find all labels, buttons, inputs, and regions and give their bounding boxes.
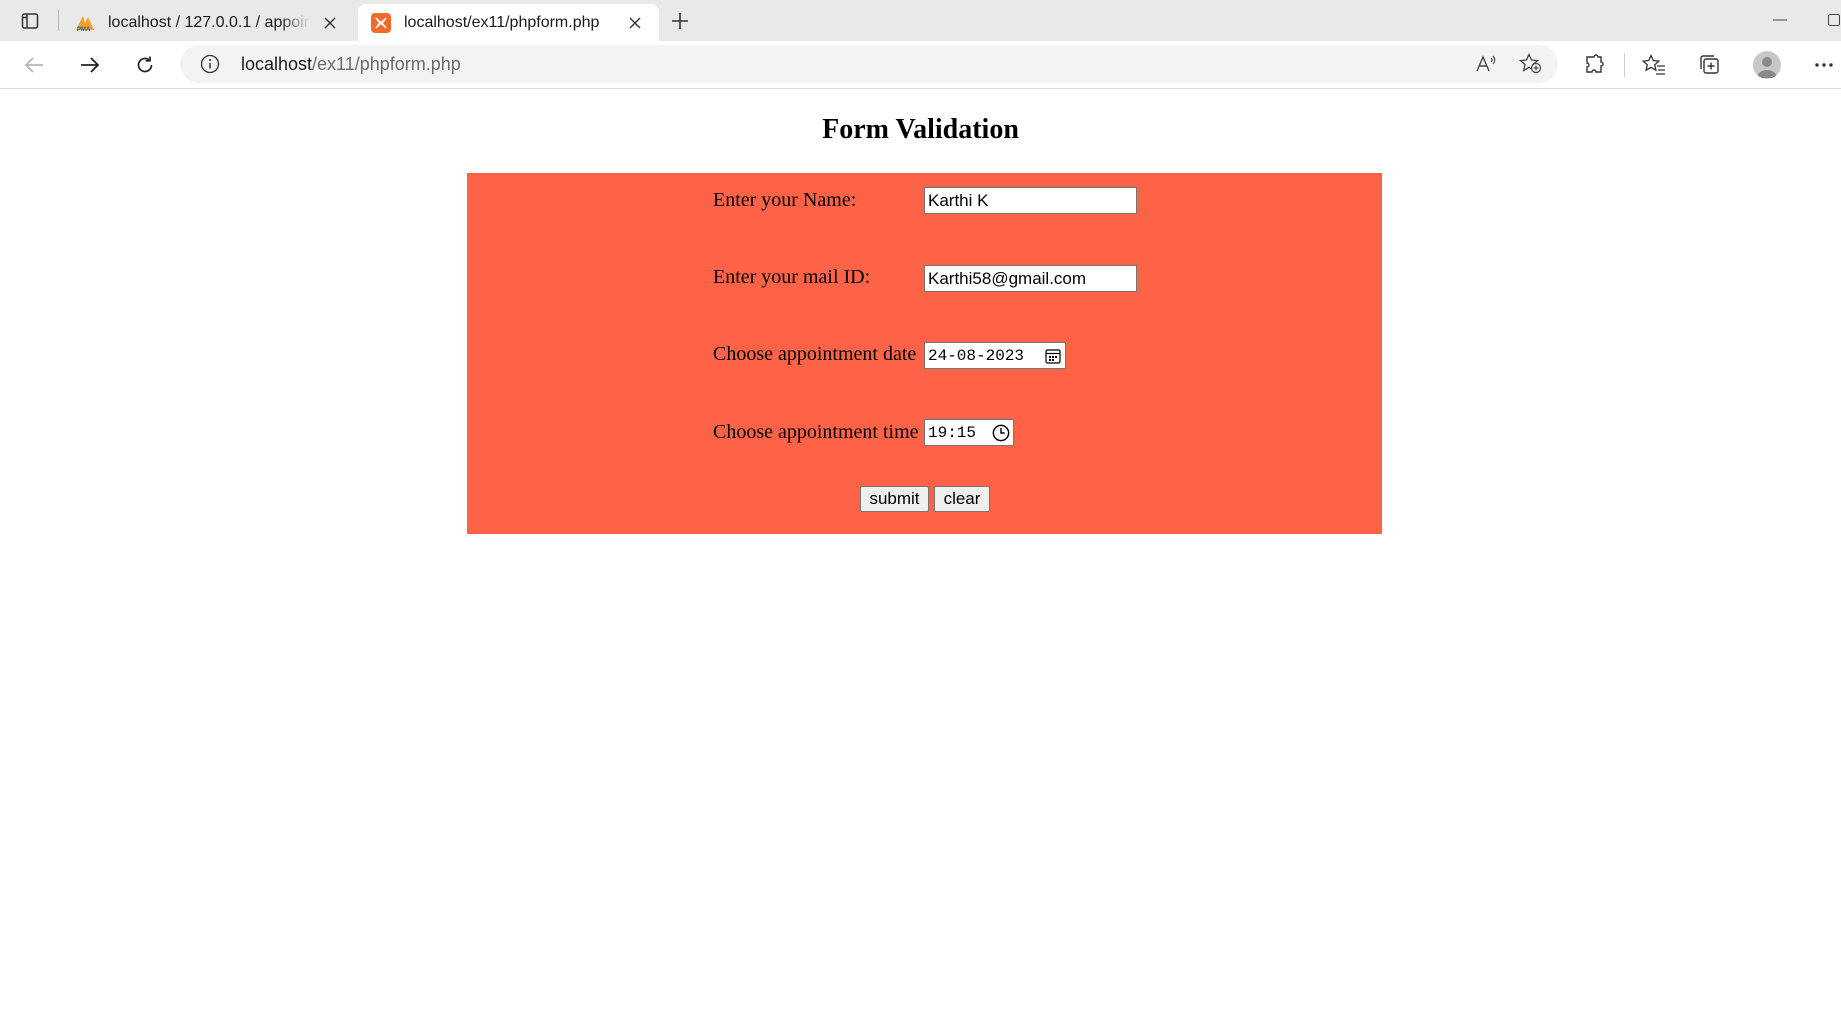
date-row: Choose appointment date	[713, 339, 916, 369]
url-text[interactable]: localhost/ex11/phpform.php	[241, 54, 461, 75]
back-icon[interactable]	[18, 49, 50, 81]
email-input-value: Karthi58@gmail.com	[928, 268, 1087, 288]
refresh-icon[interactable]	[129, 49, 161, 81]
submit-button[interactable]: submit	[860, 486, 929, 512]
close-icon[interactable]	[318, 11, 342, 35]
extensions-icon[interactable]	[1578, 49, 1610, 81]
appointment-form: Enter your Name: Karthi K Enter your mai…	[467, 173, 1382, 534]
date-input[interactable]: 24-08-2023	[924, 342, 1066, 369]
time-label: Choose appointment time	[713, 420, 919, 443]
time-row: Choose appointment time	[713, 417, 919, 447]
url-host: localhost	[241, 54, 313, 74]
favorites-icon[interactable]	[1638, 49, 1670, 81]
url-path: /ex11/phpform.php	[312, 54, 461, 74]
name-input[interactable]: Karthi K	[924, 187, 1137, 214]
calendar-icon[interactable]	[1044, 347, 1062, 365]
address-bar[interactable]: localhost/ex11/phpform.php	[180, 45, 1558, 83]
tab-phpmyadmin[interactable]: PMA localhost / 127.0.0.1 / appointme	[62, 4, 354, 41]
toolbar-divider	[1624, 53, 1625, 77]
tab-actions-icon[interactable]	[18, 9, 42, 33]
read-aloud-icon[interactable]	[1474, 52, 1500, 76]
clear-button[interactable]: clear	[934, 486, 990, 512]
tab-title: localhost/ex11/phpform.php	[404, 13, 600, 31]
tab-phpform[interactable]: localhost/ex11/phpform.php	[358, 4, 659, 41]
collections-icon[interactable]	[1694, 49, 1726, 81]
tab-title: localhost / 127.0.0.1 / appointme	[108, 13, 310, 31]
add-favorite-icon[interactable]	[1518, 52, 1544, 76]
time-input[interactable]: 19:15	[924, 419, 1014, 446]
name-input-value: Karthi K	[928, 190, 989, 210]
maximize-icon[interactable]	[1822, 10, 1841, 30]
clock-icon[interactable]	[992, 424, 1010, 442]
more-options-icon[interactable]	[1808, 49, 1840, 81]
email-label: Enter your mail ID:	[713, 265, 871, 288]
forward-icon[interactable]	[74, 49, 106, 81]
browser-toolbar: localhost/ex11/phpform.php	[0, 41, 1841, 89]
email-row: Enter your mail ID:	[713, 262, 870, 292]
phpmyadmin-icon: PMA	[74, 12, 96, 34]
time-input-value: 19:15	[928, 423, 977, 442]
date-label: Choose appointment date	[713, 342, 917, 365]
new-tab-icon[interactable]	[667, 8, 693, 34]
profile-avatar-icon[interactable]	[1751, 49, 1783, 81]
name-row: Enter your Name:	[713, 185, 856, 215]
date-input-value: 24-08-2023	[928, 346, 1025, 365]
close-icon[interactable]	[623, 11, 647, 35]
site-info-icon[interactable]	[198, 52, 222, 76]
xampp-icon	[370, 12, 392, 34]
email-input[interactable]: Karthi58@gmail.com	[924, 265, 1137, 292]
name-label: Enter your Name:	[713, 188, 857, 211]
svg-text:PMA: PMA	[77, 27, 91, 32]
page-title: Form Validation	[822, 114, 1019, 145]
minimize-icon[interactable]	[1768, 10, 1792, 30]
tab-separator	[58, 10, 59, 31]
tab-bar: PMA localhost / 127.0.0.1 / appointme lo…	[0, 0, 1841, 41]
